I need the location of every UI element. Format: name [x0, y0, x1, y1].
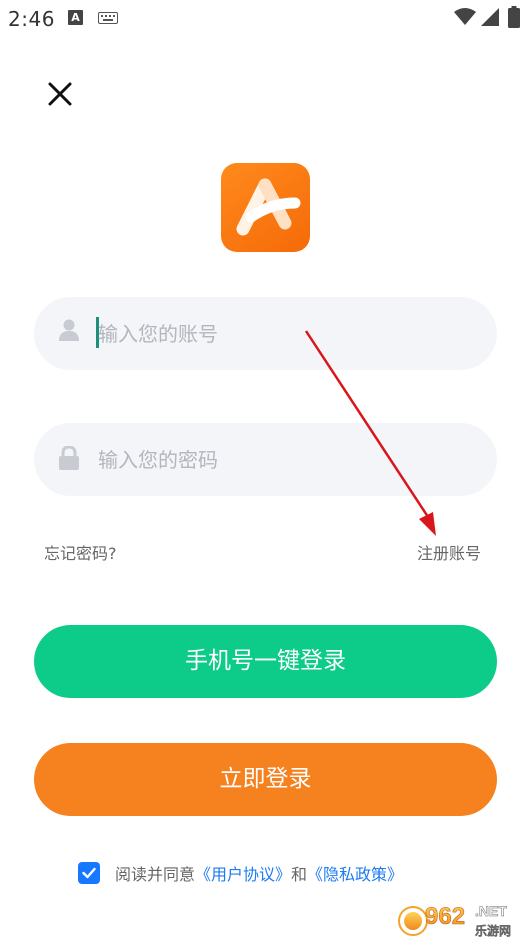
agreement-prefix: 阅读并同意 [115, 865, 196, 884]
account-field[interactable] [34, 297, 497, 370]
status-bar: 2:46 A [0, 0, 531, 40]
agreement-conjunction: 和 [291, 865, 308, 884]
user-agreement-link[interactable]: 《用户协议》 [195, 861, 291, 885]
status-time: 2:46 [8, 7, 55, 31]
agreement-row: 阅读并同意 《用户协议》 和 《隐私政策》 [78, 861, 403, 885]
svg-text:乐游网: 乐游网 [475, 923, 511, 938]
user-icon [59, 319, 79, 341]
close-icon [48, 82, 72, 106]
wifi-icon [454, 8, 476, 25]
signal-icon [481, 8, 499, 26]
account-input[interactable] [98, 297, 478, 370]
svg-text:.NET: .NET [475, 903, 507, 919]
close-button[interactable] [44, 78, 76, 110]
battery-icon [508, 6, 520, 28]
checkmark-icon [82, 867, 96, 879]
svg-text:962: 962 [425, 903, 465, 930]
notification-a-icon: A [68, 10, 83, 25]
login-button[interactable]: 立即登录 [34, 743, 497, 816]
keyboard-icon [98, 12, 118, 24]
lock-icon [59, 446, 79, 470]
register-account-link[interactable]: 注册账号 [417, 540, 481, 564]
watermark-logo: 962 .NET 乐游网 [398, 903, 511, 938]
app-logo-icon [221, 163, 310, 252]
password-field[interactable] [34, 423, 497, 496]
forgot-password-link[interactable]: 忘记密码? [44, 540, 117, 564]
password-input[interactable] [98, 423, 478, 496]
privacy-policy-link[interactable]: 《隐私政策》 [307, 861, 403, 885]
phone-login-button[interactable]: 手机号一键登录 [34, 625, 497, 698]
agreement-checkbox[interactable] [78, 862, 100, 884]
